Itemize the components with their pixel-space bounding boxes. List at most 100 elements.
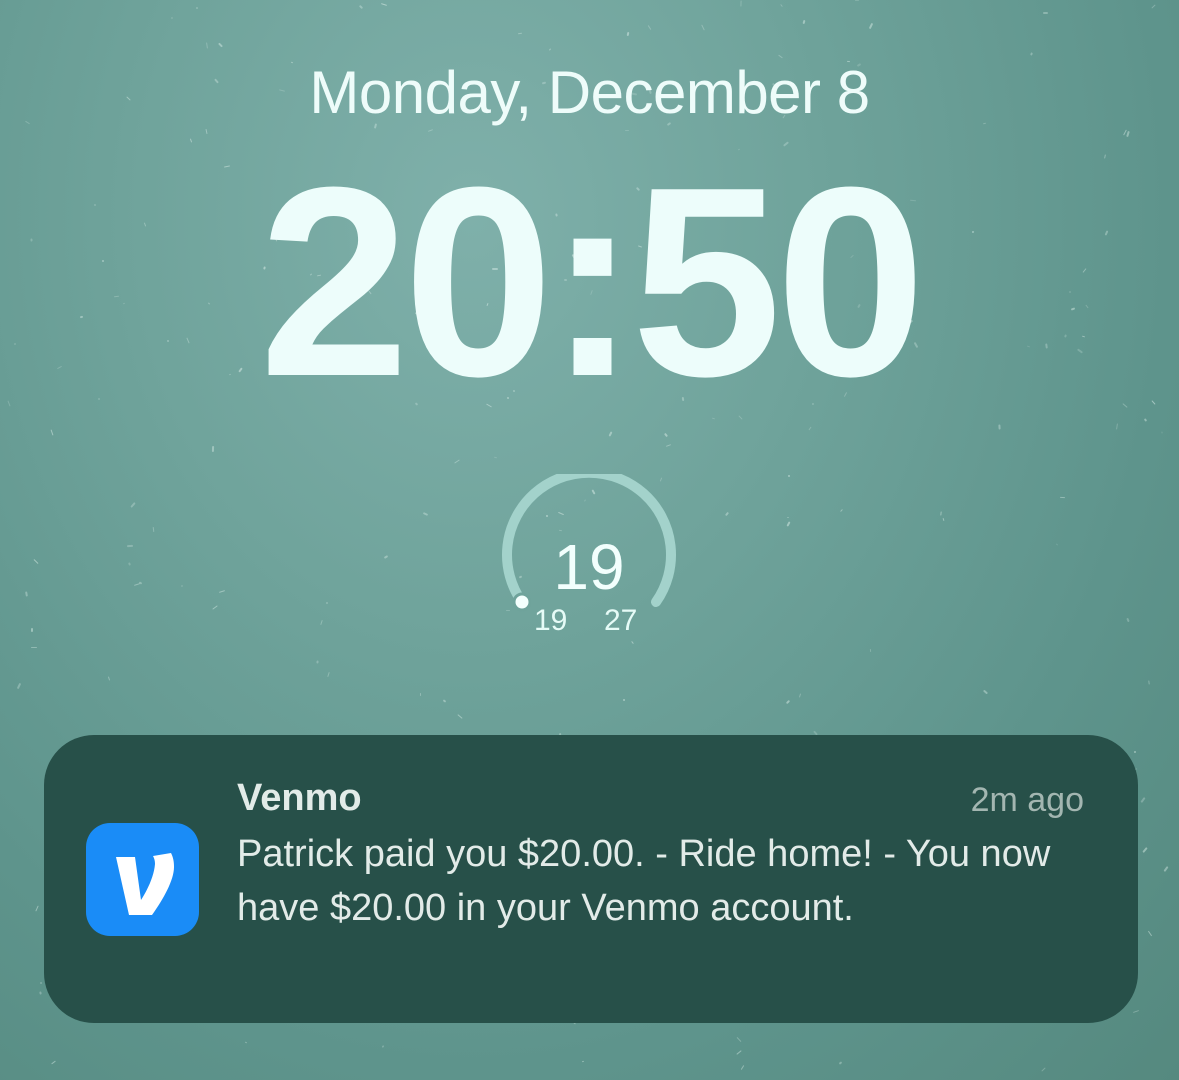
wallpaper-speck [854,0,860,2]
wallpaper-speck [1041,1067,1046,1072]
lockscreen-clock: 20:50 [259,132,926,433]
wallpaper-speck [1148,680,1150,685]
wallpaper-speck [1147,930,1153,937]
wallpaper-speck [665,444,672,447]
wallpaper-speck [1140,796,1146,804]
wallpaper-speck [786,521,791,527]
wallpaper-speck [33,559,39,564]
wallpaper-speck [206,42,208,49]
wallpaper-speck [211,445,215,453]
wallpaper-speck [1055,543,1059,546]
wallpaper-speck [663,432,669,438]
wallpaper-speck [30,627,34,633]
wallpaper-speck [380,3,388,6]
wallpaper-speck [244,1041,248,1044]
gauge-current-value: 19 [553,531,625,603]
wallpaper-speck [39,981,43,985]
wallpaper-speck [180,584,184,588]
wallpaper-speck [701,24,705,31]
wallpaper-speck [382,1045,384,1048]
wallpaper-speck [581,1060,585,1063]
wallpaper-speck [126,544,134,548]
wallpaper-speck [1163,865,1169,873]
wallpaper-speck [457,714,463,719]
wallpaper-speck [320,619,323,626]
wallpaper-speck [128,562,131,566]
wallpaper-speck [868,22,874,30]
notification-app-name: Venmo [237,777,362,819]
wallpaper-speck [1151,4,1156,9]
gauge-low-value: 19 [534,604,568,637]
wallpaper-speck [736,1050,742,1055]
wallpaper-speck [205,128,208,135]
wallpaper-speck [1143,418,1148,422]
wallpaper-speck [517,32,523,35]
wallpaper-speck [1116,423,1118,430]
notification-timestamp: 2m ago [970,781,1084,819]
wallpaper-speck [107,676,111,681]
wallpaper-speck [740,0,742,7]
wallpaper-speck [212,605,218,610]
wallpaper-speck [454,459,460,464]
wallpaper-speck [1126,617,1130,623]
wallpaper-speck [30,646,38,649]
wallpaper-speck [50,429,54,436]
wallpaper-speck [170,16,174,20]
wallpaper-speck [16,682,22,690]
wallpaper-speck [1030,52,1033,56]
wallpaper-speck [51,1060,56,1065]
wallpaper-speck [736,1036,742,1043]
wallpaper-speck [787,474,791,478]
wallpaper-speck [740,1065,745,1070]
gauge-high-value: 27 [604,604,638,637]
wallpaper-speck [218,42,223,48]
wallpaper-speck [802,19,806,25]
wallpaper-speck [325,601,329,605]
wallpaper-speck [798,693,802,698]
wallpaper-speck [942,517,945,522]
wallpaper-speck [1142,847,1148,853]
wallpaper-speck [622,698,626,702]
wallpaper-speck [130,502,136,508]
wallpaper-speck [442,699,447,703]
venmo-notification[interactable]: Venmo 2m ago Patrick paid you $20.00. - … [44,735,1138,1023]
wallpaper-speck [647,25,652,30]
wallpaper-speck [419,692,422,697]
wallpaper-speck [998,424,1001,430]
wallpaper-speck [1043,12,1048,14]
wallpaper-speck [785,699,791,705]
wallpaper-speck [624,129,630,132]
wallpaper-speck [1126,130,1130,138]
wallpaper-speck [626,31,630,37]
wallpaper-speck [358,4,364,10]
wallpaper-speck [189,138,193,143]
wallpaper-speck [1133,750,1137,754]
wallpaper-speck [724,511,730,517]
wallpaper-speck [39,991,42,995]
wallpaper-speck [493,456,498,459]
wallpaper-speck [786,516,790,519]
wallpaper-speck [1133,1010,1139,1013]
wallpaper-speck [327,671,330,678]
wallpaper-speck [218,590,226,593]
wallpaper-speck [25,591,28,597]
wallpaper-speck [549,48,551,51]
notification-message: Patrick paid you $20.00. - Ride home! - … [237,833,1051,929]
venmo-app-icon [86,823,199,936]
wallpaper-speck [838,1061,843,1065]
wallpaper-speck [869,648,872,653]
wallpaper-speck [1161,431,1163,434]
wallpaper-speck [1059,496,1066,499]
wallpaper-speck [982,689,989,695]
wallpaper-speck [940,511,942,516]
wallpaper-speck [152,526,155,533]
wallpaper-speck [316,660,319,664]
wallpaper-speck [780,4,783,7]
wallpaper-speck [35,905,39,912]
wallpaper-speck [422,512,429,516]
venmo-v-icon [116,853,174,915]
wallpaper-speck [840,509,843,512]
lockscreen-date: Monday, December 8 [309,59,870,126]
wallpaper-speck [383,555,389,559]
wallpaper-speck [195,6,199,10]
